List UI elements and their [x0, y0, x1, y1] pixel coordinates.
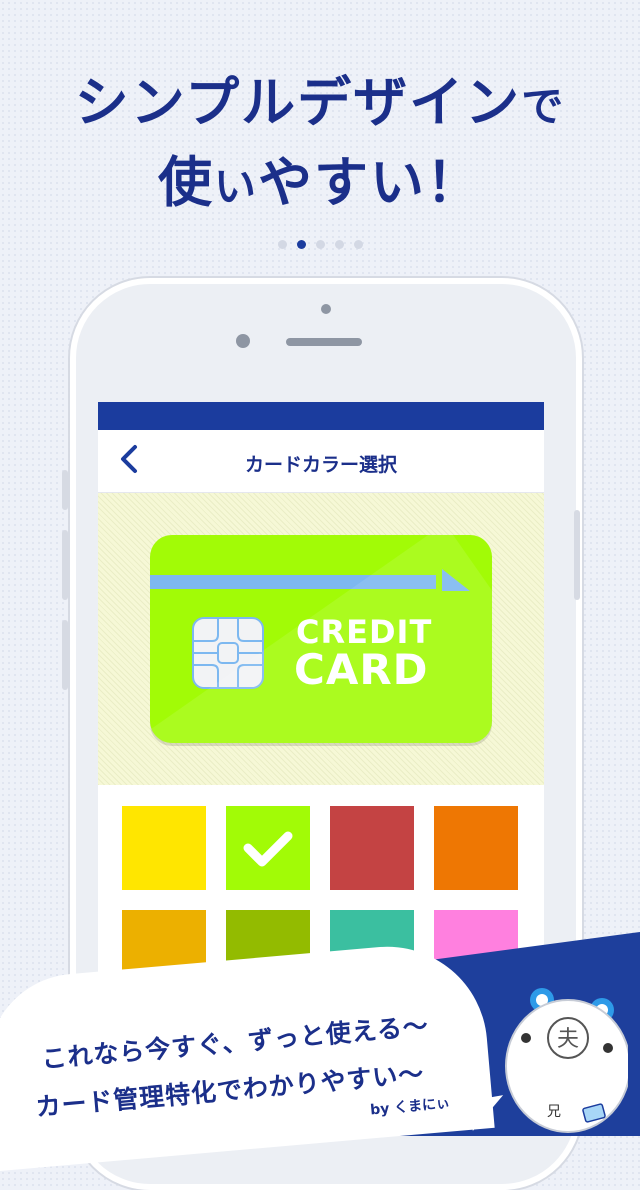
phone-camera [321, 304, 331, 314]
color-swatch[interactable] [122, 806, 206, 890]
headline-line-2: 使いやすい！ [0, 138, 640, 217]
card-stripe-tip [442, 569, 470, 591]
headline-line-2-small: い [213, 162, 258, 211]
page-indicator [0, 240, 640, 249]
headline-line-2-main: 使 [157, 151, 214, 214]
card-text-line-2: CARD [294, 645, 429, 694]
color-swatch[interactable] [226, 806, 310, 890]
headline-line-2-rest: やすい！ [258, 151, 482, 214]
phone-speaker [286, 338, 362, 346]
color-swatch[interactable] [330, 806, 414, 890]
nav-title: カードカラー選択 [244, 454, 397, 476]
phone-button [62, 620, 68, 690]
nav-bar: カードカラー選択 [98, 430, 544, 493]
headline-line-1-main: シンプルデザイン [74, 71, 522, 134]
card-chip-icon [192, 617, 264, 689]
mascot-face-char: 夫 [557, 1027, 579, 1052]
page-dot[interactable] [353, 240, 363, 249]
headline-line-1-tail: で [521, 82, 566, 131]
page-dot[interactable] [334, 240, 344, 249]
phone-button [62, 470, 68, 510]
checkmark-icon [243, 831, 293, 867]
phone-button [574, 510, 580, 600]
page-dot[interactable] [315, 240, 325, 249]
card-preview: CREDIT CARD [98, 493, 544, 785]
page-dot-active[interactable] [296, 240, 306, 249]
phone-button [62, 530, 68, 600]
bear-mascot-icon: 夫 兄 [505, 988, 628, 1133]
headline-line-1: シンプルデザインで [0, 58, 640, 137]
credit-card-preview: CREDIT CARD [150, 535, 492, 743]
card-stripe [150, 575, 436, 589]
color-swatch[interactable] [434, 806, 518, 890]
status-bar [98, 402, 544, 430]
mascot-badge: 兄 [547, 1104, 561, 1120]
phone-sensor [236, 334, 250, 348]
page-dot[interactable] [277, 240, 287, 249]
card-text-line-1: CREDIT [296, 613, 433, 651]
